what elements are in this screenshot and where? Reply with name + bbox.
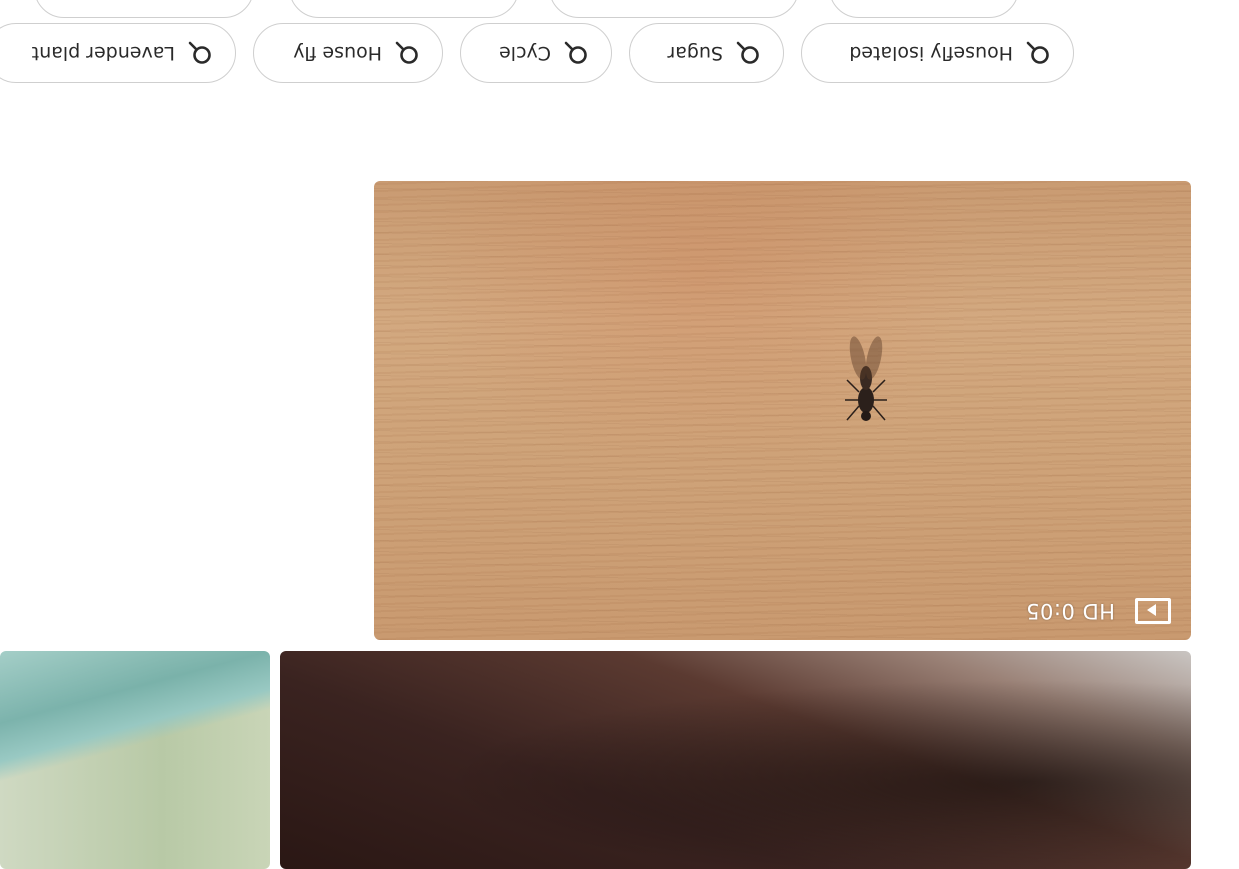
- chip-label: Sugar: [667, 42, 723, 64]
- chip-label: Lavender plant: [31, 42, 175, 64]
- chip-label: Cycle: [499, 42, 551, 64]
- chip-label: Housefly isolated: [849, 42, 1013, 64]
- chip-cycle[interactable]: Cycle: [460, 23, 612, 83]
- page-rotated: HD 0:05 Housefly isolated Sugar Cycle Ho…: [0, 0, 1239, 869]
- result-image-dark-closeup[interactable]: [280, 651, 1191, 869]
- result-image-leaf[interactable]: [0, 651, 270, 869]
- video-quality: HD: [1082, 599, 1115, 623]
- search-icon: [395, 41, 418, 64]
- chip-partial-1[interactable]: [829, 0, 1019, 18]
- chip-partial-4[interactable]: [34, 0, 254, 18]
- related-searches: Housefly isolated Sugar Cycle House fly: [0, 21, 1239, 83]
- search-icon: [1026, 41, 1049, 64]
- search-icon: [736, 41, 759, 64]
- chip-label: House fly: [293, 42, 382, 64]
- video-badge: HD 0:05: [1026, 598, 1171, 624]
- chip-partial-2[interactable]: [549, 0, 799, 18]
- video-duration: 0:05: [1025, 599, 1075, 623]
- play-icon: [1135, 598, 1171, 624]
- search-icon: [188, 41, 211, 64]
- fly-illustration: [845, 336, 887, 421]
- chip-lavender-plant[interactable]: Lavender plant: [0, 23, 236, 83]
- video-meta: HD 0:05: [1026, 599, 1115, 623]
- chip-partial-3[interactable]: [289, 0, 519, 18]
- chip-sugar[interactable]: Sugar: [629, 23, 784, 83]
- result-video-fly-on-wood[interactable]: HD 0:05: [374, 181, 1191, 640]
- chip-housefly-isolated[interactable]: Housefly isolated: [801, 23, 1074, 83]
- search-icon: [564, 41, 587, 64]
- chip-house-fly[interactable]: House fly: [253, 23, 443, 83]
